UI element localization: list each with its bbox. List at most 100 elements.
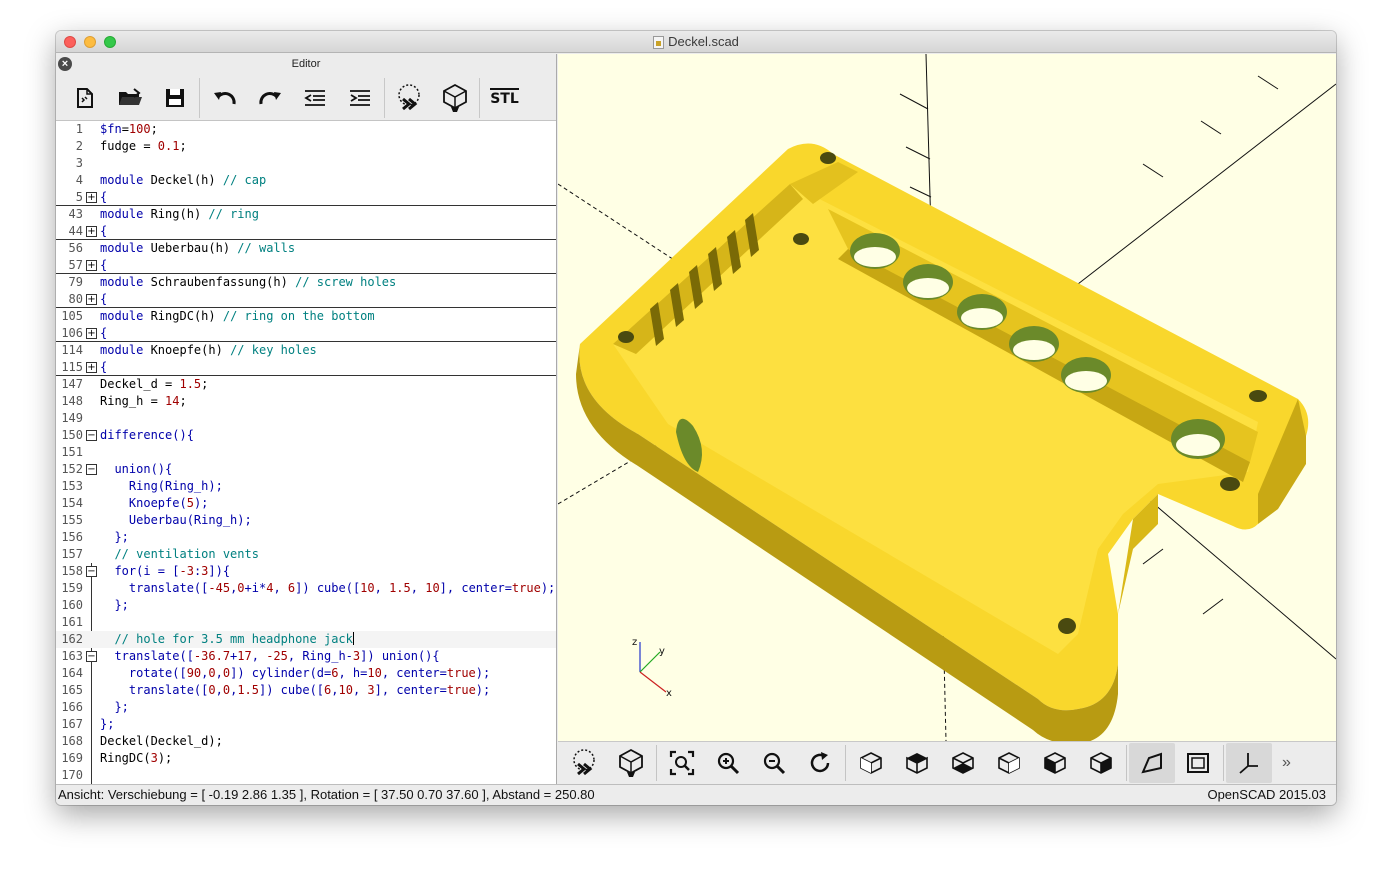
line-text: fudge = 0.1; xyxy=(100,139,187,153)
code-editor[interactable]: 1 $fn=100; 2 fudge = 0.1; 3 4 module Deckel… xyxy=(56,121,556,784)
model-render: z y x xyxy=(558,54,1336,741)
3d-viewport[interactable]: z y x xyxy=(558,54,1336,741)
code-line: 106 +{ xyxy=(56,325,556,342)
code-line: 150− difference(){ xyxy=(56,427,556,444)
code-line: 5 +{ xyxy=(56,189,556,206)
line-number: 151 xyxy=(61,445,83,459)
code-line: 154 Knoepfe(5); xyxy=(56,495,556,512)
export-stl-button[interactable]: STL xyxy=(482,78,527,118)
view-left-button[interactable] xyxy=(986,743,1032,783)
code-line: 151 xyxy=(56,444,556,461)
code-line: 164 rotate([90,0,0]) cylinder(d=6, h=10,… xyxy=(56,665,556,682)
cube-front-icon xyxy=(1044,752,1066,774)
preview-button[interactable] xyxy=(562,743,608,783)
line-text: { xyxy=(100,190,108,204)
window-minimize-button[interactable] xyxy=(84,36,96,48)
fold-collapse-icon[interactable]: − xyxy=(86,651,97,662)
view-bottom-button[interactable] xyxy=(940,743,986,783)
text-caret xyxy=(352,632,354,645)
render-button[interactable] xyxy=(432,78,477,118)
status-bar: Ansicht: Verschiebung = [ -0.19 2.86 1.3… xyxy=(56,784,1336,805)
line-number: 160 xyxy=(61,598,83,612)
code-line: 160 }; xyxy=(56,597,556,614)
line-text: Knoepfe(5); xyxy=(100,496,209,510)
show-axes-button[interactable] xyxy=(1226,743,1272,783)
line-text: { xyxy=(100,258,108,272)
line-number: 79 xyxy=(68,275,83,289)
code-line: 170 xyxy=(56,767,556,784)
view-back-button[interactable] xyxy=(1078,743,1124,783)
line-number: 147 xyxy=(61,377,83,391)
orthogonal-icon xyxy=(1187,753,1209,773)
fold-collapse-icon[interactable]: − xyxy=(86,566,97,577)
fold-expand-icon[interactable]: + xyxy=(86,226,97,237)
line-text: module Knoepfe(h) // key holes xyxy=(100,343,317,357)
save-file-button[interactable] xyxy=(152,78,197,118)
redo-button[interactable] xyxy=(247,78,292,118)
line-text: module Deckel(h) // cap xyxy=(100,173,267,187)
line-number: 152 xyxy=(61,462,83,476)
editor-title: Editor xyxy=(291,58,321,70)
line-text: $fn=100; xyxy=(100,122,158,136)
window-maximize-button[interactable] xyxy=(104,36,116,48)
render-button[interactable] xyxy=(608,743,654,783)
y-axis-line xyxy=(1077,83,1336,285)
code-line: 159 translate([-45,0+i*4, 6]) cube([10, … xyxy=(56,580,556,597)
stl-export-icon: STL xyxy=(490,88,519,107)
line-text: Deckel_d = 1.5; xyxy=(100,377,209,391)
code-line: 168 Deckel(Deckel_d); xyxy=(56,733,556,750)
line-text: Ring(Ring_h); xyxy=(100,479,223,493)
line-number: 105 xyxy=(61,309,83,323)
line-number: 149 xyxy=(61,411,83,425)
new-file-button[interactable] xyxy=(62,78,107,118)
code-line-current: 162 // hole for 3.5 mm headphone jack xyxy=(56,631,556,648)
reset-view-button[interactable] xyxy=(797,743,843,783)
open-file-button[interactable] xyxy=(107,78,152,118)
code-line: 157 // ventilation vents xyxy=(56,546,556,563)
view-front-button[interactable] xyxy=(1032,743,1078,783)
zoom-in-button[interactable] xyxy=(705,743,751,783)
axis-indicator: z y x xyxy=(632,637,672,699)
toolbar-separator xyxy=(1126,745,1127,781)
fold-expand-icon[interactable]: + xyxy=(86,294,97,305)
indent-button[interactable] xyxy=(337,78,382,118)
fold-expand-icon[interactable]: + xyxy=(86,260,97,271)
fold-expand-icon[interactable]: + xyxy=(86,192,97,203)
line-number: 164 xyxy=(61,666,83,680)
line-text: Deckel(Deckel_d); xyxy=(100,734,223,748)
line-number: 114 xyxy=(61,343,83,357)
fold-expand-icon[interactable]: + xyxy=(86,362,97,373)
view-all-button[interactable] xyxy=(659,743,705,783)
code-line: 161 xyxy=(56,614,556,631)
preview-icon xyxy=(573,749,595,776)
toolbar-separator xyxy=(656,745,657,781)
code-line: 114 module Knoepfe(h) // key holes xyxy=(56,342,556,359)
line-text: difference(){ xyxy=(100,428,194,442)
toolbar-overflow-icon[interactable]: » xyxy=(1282,754,1291,772)
fold-collapse-icon[interactable]: − xyxy=(86,430,97,441)
line-text: }; xyxy=(100,598,129,612)
line-text: }; xyxy=(100,717,115,731)
line-number: 157 xyxy=(61,547,83,561)
view-all-icon xyxy=(669,750,695,776)
undo-button[interactable] xyxy=(202,78,247,118)
unindent-button[interactable] xyxy=(292,78,337,118)
zoom-out-button[interactable] xyxy=(751,743,797,783)
fold-expand-icon[interactable]: + xyxy=(86,328,97,339)
line-number: 5 xyxy=(75,190,83,204)
window-close-button[interactable] xyxy=(64,36,76,48)
render-icon xyxy=(619,748,643,777)
fold-collapse-icon[interactable]: − xyxy=(86,464,97,475)
view-top-button[interactable] xyxy=(894,743,940,783)
orthogonal-button[interactable] xyxy=(1175,743,1221,783)
cube-back-icon xyxy=(1090,752,1112,774)
perspective-button[interactable] xyxy=(1129,743,1175,783)
line-number: 153 xyxy=(61,479,83,493)
line-number: 150 xyxy=(61,428,83,442)
preview-button[interactable] xyxy=(387,78,432,118)
view-right-button[interactable] xyxy=(848,743,894,783)
code-line: 165 translate([0,0,1.5]) cube([6,10, 3],… xyxy=(56,682,556,699)
perspective-icon xyxy=(1141,752,1162,774)
editor-close-icon[interactable]: × xyxy=(58,57,72,71)
code-line: 149 xyxy=(56,410,556,427)
